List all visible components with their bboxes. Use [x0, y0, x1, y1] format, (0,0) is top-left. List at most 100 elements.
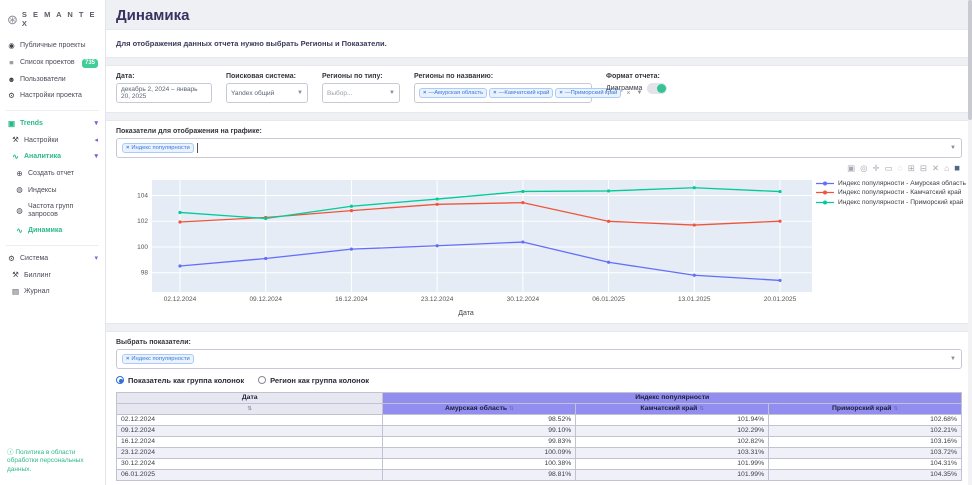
results-table: Дата Индекс популярности ⇅ Амурская обла…: [116, 392, 962, 481]
sort-icon[interactable]: ⇅: [893, 406, 898, 412]
table-row[interactable]: 02.12.202498.52%101.94%102.68%: [117, 414, 962, 425]
page: ⊛ S E M A N T E X ◉Публичные проекты≡Спи…: [0, 0, 972, 485]
sidebar-item-trends[interactable]: ▣Trends▾: [0, 116, 105, 133]
table-indicator-select[interactable]: × Индекс популярности ▼: [116, 349, 962, 369]
sidebar-item-system[interactable]: ⚙Система▾: [0, 251, 105, 268]
svg-text:104: 104: [137, 192, 148, 199]
search-system-value: Yandex общий: [231, 90, 274, 97]
chevron-down-icon[interactable]: ▾: [94, 255, 98, 263]
search-system-select[interactable]: Yandex общий ▼: [226, 83, 308, 103]
svg-text:02.12.2024: 02.12.2024: [164, 296, 197, 303]
sidebar-item-label: Динамика: [28, 227, 98, 235]
sidebar-item-label: Настройки проекта: [20, 92, 98, 100]
plotly-icon[interactable]: ■: [954, 164, 960, 174]
wrench-icon: ⚒: [11, 271, 20, 280]
sidebar-item-indexes[interactable]: ◍Индексы: [0, 182, 105, 199]
indicator-chip-label: Индекс популярности: [131, 145, 189, 151]
legend-item[interactable]: Индекс популярности - Приморский край: [816, 199, 972, 206]
region-chip[interactable]: ×—Амурская область: [419, 88, 487, 98]
wrench-icon: ⚒: [11, 136, 20, 145]
table-row[interactable]: 06.01.202598.81%101.99%104.35%: [117, 469, 962, 480]
chevron-down-icon[interactable]: ▾: [94, 153, 98, 161]
region-column-header[interactable]: Приморский край⇅: [769, 403, 962, 414]
scrollbar-thumb[interactable]: [968, 0, 972, 120]
box-select-icon[interactable]: ▭: [885, 164, 893, 174]
gear-icon: ⚙: [7, 92, 16, 101]
svg-text:98: 98: [141, 269, 149, 276]
sidebar-item-analytics[interactable]: ∿Аналитика▾: [0, 149, 105, 166]
legend-label: Индекс популярности - Амурская область: [838, 180, 966, 187]
value-cell: 102.29%: [576, 425, 769, 436]
sidebar-item-journal[interactable]: ▤Журнал: [0, 284, 105, 301]
sidebar-item-label: Биллинг: [24, 272, 98, 280]
privacy-policy-link[interactable]: ⓘ Политика в области обработки персональ…: [0, 445, 105, 479]
indicator-chip[interactable]: × Индекс популярности: [122, 143, 194, 153]
users-icon: ☻: [7, 76, 16, 85]
toggle-knob: [657, 84, 666, 93]
sidebar-item-dynamics[interactable]: ∿Динамика: [0, 223, 105, 240]
svg-text:06.01.2025: 06.01.2025: [592, 296, 625, 303]
chart-zone: 9810010210402.12.202409.12.202416.12.202…: [116, 176, 962, 319]
date-sort-icon[interactable]: ⇅: [117, 403, 383, 414]
sidebar-item-public-projects[interactable]: ◉Публичные проекты: [0, 38, 105, 55]
sidebar-item-label: Индексы: [28, 187, 98, 195]
date-column-header[interactable]: Дата: [117, 392, 383, 403]
brand[interactable]: ⊛ S E M A N T E X: [0, 8, 105, 38]
legend-item[interactable]: Индекс популярности - Камчатский край: [816, 189, 972, 196]
close-icon[interactable]: ×: [423, 90, 426, 96]
close-icon[interactable]: ×: [559, 90, 562, 96]
svg-text:23.12.2024: 23.12.2024: [421, 296, 454, 303]
sidebar-item-label: Список проектов: [20, 59, 78, 67]
radio-region-group[interactable]: Регион как группа колонок: [258, 376, 369, 385]
line-chart[interactable]: 9810010210402.12.202409.12.202416.12.202…: [116, 176, 816, 304]
autoscale-icon[interactable]: ✕: [932, 164, 939, 174]
sidebar-item-project-settings[interactable]: ⚙ Настройки проекта: [0, 88, 105, 105]
sidebar-item-label: Пользователи: [20, 76, 98, 84]
eye-icon: ◉: [7, 42, 16, 51]
table-row[interactable]: 23.12.2024100.09%103.31%103.72%: [117, 447, 962, 458]
sort-icon[interactable]: ⇅: [509, 406, 514, 412]
sidebar-item-project-list[interactable]: ≡Список проектов735: [0, 55, 105, 72]
sidebar-item-label: Создать отчет: [28, 170, 98, 178]
region-column-header[interactable]: Камчатский край⇅: [576, 403, 769, 414]
chart-indicator-select[interactable]: × Индекс популярности ▼: [116, 138, 962, 158]
svg-text:16.12.2024: 16.12.2024: [335, 296, 368, 303]
sidebar-item-billing[interactable]: ⚒ Биллинг: [0, 267, 105, 284]
region-column-header[interactable]: Амурская область⇅: [383, 403, 576, 414]
camera-icon[interactable]: ▣: [847, 164, 855, 174]
diagram-toggle[interactable]: [647, 83, 667, 94]
table-row[interactable]: 30.12.2024100.38%101.99%104.31%: [117, 458, 962, 469]
zoom-in-icon[interactable]: ⊞: [908, 164, 915, 174]
sidebar-item-query-group-frequency[interactable]: ◍Частота групп запросов: [0, 199, 105, 223]
value-cell: 101.99%: [576, 469, 769, 480]
sidebar-item-users[interactable]: ☻ Пользователи: [0, 72, 105, 89]
region-type-select[interactable]: Выбор... ▼: [322, 83, 400, 103]
zoom-out-icon[interactable]: ⊟: [920, 164, 927, 174]
home-icon[interactable]: ⌂: [944, 164, 949, 174]
close-icon[interactable]: ×: [126, 356, 129, 362]
radio-indicator-group[interactable]: Показатель как группа колонок: [116, 376, 244, 385]
chevron-down-icon[interactable]: ▾: [94, 120, 98, 128]
close-icon[interactable]: ×: [126, 145, 129, 151]
close-icon[interactable]: ×: [493, 90, 496, 96]
sort-icon[interactable]: ⇅: [699, 406, 704, 412]
chevron-left-icon[interactable]: ◂: [94, 137, 98, 145]
sidebar-item-create-report[interactable]: ⊕Создать отчет: [0, 166, 105, 183]
date-range-input[interactable]: декабрь 2, 2024 – январь 20, 2025: [116, 83, 212, 103]
page-title: Динамика: [116, 7, 960, 24]
logo-icon: ⊛: [7, 13, 18, 26]
lasso-icon[interactable]: ◌: [898, 164, 903, 174]
table-row[interactable]: 16.12.202499.83%102.82%103.16%: [117, 436, 962, 447]
diagram-toggle-label: Диаграмма: [606, 85, 642, 92]
indicator-chip[interactable]: × Индекс популярности: [122, 354, 194, 364]
magnifier-icon[interactable]: ◎: [860, 164, 867, 174]
indicator-group-header: Индекс популярности: [383, 392, 962, 403]
table-row[interactable]: 09.12.202499.10%102.29%102.21%: [117, 425, 962, 436]
sidebar-item-settings[interactable]: ⚒Настройки◂: [0, 132, 105, 149]
legend-item[interactable]: Индекс популярности - Амурская область: [816, 180, 972, 187]
region-name-multiselect[interactable]: ×—Амурская область×—Камчатский край×—При…: [414, 83, 592, 103]
pan-icon[interactable]: ✛: [873, 164, 880, 174]
region-chip[interactable]: ×—Камчатский край: [489, 88, 553, 98]
text-cursor: [197, 143, 198, 153]
page-scrollbar[interactable]: [968, 0, 972, 485]
